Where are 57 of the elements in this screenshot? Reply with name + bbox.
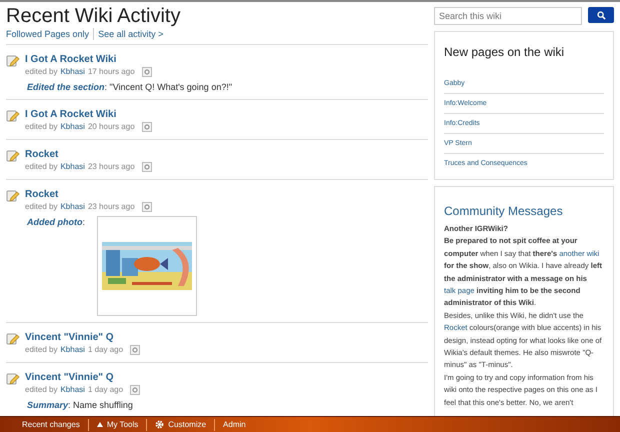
photo-frame[interactable]: [97, 216, 198, 316]
diff-icon[interactable]: [142, 67, 152, 77]
settings-icon: [155, 420, 164, 429]
diff-icon[interactable]: [142, 202, 152, 212]
page-title: Recent Wiki Activity: [6, 4, 182, 28]
page-link[interactable]: I Got A Rocket Wiki: [25, 53, 232, 66]
user-link[interactable]: Kbhasi: [60, 344, 85, 356]
detail-label: Added photo: [27, 216, 82, 228]
page-link[interactable]: Vincent "Vinnie" Q: [25, 331, 140, 344]
toolbar-link[interactable]: Admin: [223, 418, 246, 430]
detail-label: Edited the section: [27, 81, 105, 93]
user-link[interactable]: Kbhasi: [60, 66, 85, 78]
edited-by-text: edited by: [25, 384, 58, 396]
edited-by-text: edited by: [25, 201, 58, 213]
page-link[interactable]: Rocket: [25, 188, 198, 201]
time-text: 23 hours ago: [88, 161, 135, 173]
toolbar-link[interactable]: My Tools: [106, 418, 138, 430]
detail-label: Summary: [27, 399, 68, 411]
filter-link[interactable]: See all activity >: [93, 28, 164, 40]
toolbar-link[interactable]: Recent changes: [22, 418, 80, 430]
caret-up-icon: [96, 422, 103, 427]
panel-title: New pages on the wiki: [444, 44, 566, 60]
page-link[interactable]: I Got A Rocket Wiki: [25, 108, 152, 121]
time-text: 1 day ago: [88, 384, 124, 396]
search-field[interactable]: Search this wiki: [434, 7, 582, 25]
edited-by-text: edited by: [25, 121, 58, 133]
edit-icon: [6, 149, 20, 163]
detail-text: : "Vincent Q! What's going on?!": [104, 81, 232, 93]
edited-by-text: edited by: [25, 161, 58, 173]
detail-text: : Name shuffling: [68, 399, 133, 411]
detail-text: :: [82, 216, 86, 228]
edited-by-text: edited by: [25, 344, 58, 356]
edit-icon: [6, 332, 20, 346]
page-link[interactable]: Rocket: [25, 148, 152, 161]
edit-icon: [6, 189, 20, 203]
search-icon: [596, 10, 606, 20]
edit-icon: [6, 54, 20, 68]
edit-icon: [6, 372, 20, 386]
diff-icon[interactable]: [130, 345, 140, 355]
time-text: 20 hours ago: [88, 121, 135, 133]
user-link[interactable]: Kbhasi: [60, 384, 85, 396]
user-link[interactable]: Kbhasi: [60, 121, 85, 133]
page-link[interactable]: Vincent "Vinnie" Q: [25, 371, 140, 384]
user-link[interactable]: Kbhasi: [60, 201, 85, 213]
panel-title: Community Messages: [444, 203, 564, 219]
edit-icon: [6, 109, 20, 123]
time-text: 1 day ago: [88, 344, 124, 356]
search-button[interactable]: [588, 7, 614, 23]
diff-icon[interactable]: [130, 385, 140, 395]
toolbar-link[interactable]: Customize: [168, 418, 206, 430]
time-text: 17 hours ago: [88, 66, 135, 78]
time-text: 23 hours ago: [88, 201, 135, 213]
filter-link[interactable]: Followed Pages only: [6, 28, 90, 40]
diff-icon[interactable]: [142, 162, 152, 172]
diff-icon[interactable]: [142, 122, 152, 132]
edited-by-text: edited by: [25, 66, 58, 78]
user-link[interactable]: Kbhasi: [60, 161, 85, 173]
